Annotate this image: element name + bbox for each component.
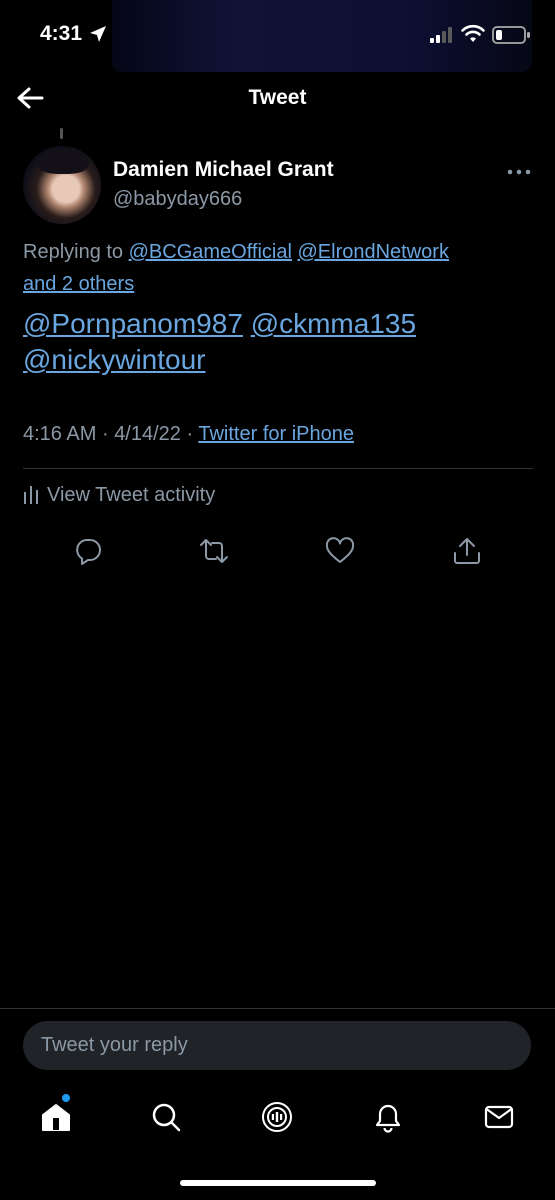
meta-separator: ·	[186, 423, 194, 445]
divider	[0, 1008, 555, 1009]
reply-others-link[interactable]: and 2 others	[23, 273, 134, 295]
location-arrow-icon	[90, 26, 106, 42]
tweet-body: @Pornpanom987 @ckmma135 @nickywintour	[23, 306, 533, 378]
divider	[23, 468, 533, 469]
cellular-signal-icon	[430, 27, 452, 43]
activity-label: View Tweet activity	[47, 484, 216, 506]
battery-icon	[492, 26, 530, 44]
heart-icon[interactable]	[325, 536, 355, 566]
more-icon[interactable]	[504, 160, 534, 184]
tweet-meta: 4:16 AM · 4/14/22 · Twitter for iPhone	[23, 423, 354, 446]
tweet-source-link[interactable]: Twitter for iPhone	[198, 423, 354, 445]
tweet-header: Tweet	[0, 74, 555, 122]
author-name[interactable]: Damien Michael Grant	[113, 158, 334, 182]
reply-mention-link[interactable]: @ElrondNetwork	[298, 241, 449, 263]
author-handle[interactable]: @babyday666	[113, 188, 242, 211]
tweet-time: 4:16 AM	[23, 423, 97, 445]
status-time: 4:31	[40, 22, 83, 45]
retweet-icon[interactable]	[199, 536, 229, 566]
replying-prefix: Replying to	[23, 241, 124, 263]
notifications-icon[interactable]	[371, 1100, 405, 1134]
view-activity-button[interactable]: View Tweet activity	[23, 484, 215, 507]
mention-link[interactable]: @nickywintour	[23, 344, 205, 375]
wifi-icon	[461, 24, 485, 42]
spaces-icon[interactable]	[260, 1100, 294, 1134]
avatar[interactable]	[23, 146, 101, 224]
thread-line	[60, 128, 63, 139]
home-icon[interactable]	[39, 1100, 73, 1134]
tweet-date: 4/14/22	[114, 423, 181, 445]
page-title: Tweet	[248, 86, 307, 109]
share-icon[interactable]	[452, 536, 482, 566]
replying-to: Replying to @BCGameOfficial @ElrondNetwo…	[23, 236, 533, 300]
meta-separator: ·	[101, 423, 109, 445]
messages-icon[interactable]	[482, 1100, 516, 1134]
status-bar: 4:31	[0, 0, 555, 72]
mention-link[interactable]: @Pornpanom987	[23, 308, 243, 339]
mention-link[interactable]: @ckmma135	[251, 308, 416, 339]
reply-mention-link[interactable]: @BCGameOfficial	[129, 241, 292, 263]
reply-input[interactable]	[23, 1021, 531, 1070]
activity-chart-icon	[24, 486, 38, 504]
home-indicator	[180, 1180, 376, 1186]
search-icon[interactable]	[149, 1100, 183, 1134]
reply-icon[interactable]	[73, 536, 103, 566]
